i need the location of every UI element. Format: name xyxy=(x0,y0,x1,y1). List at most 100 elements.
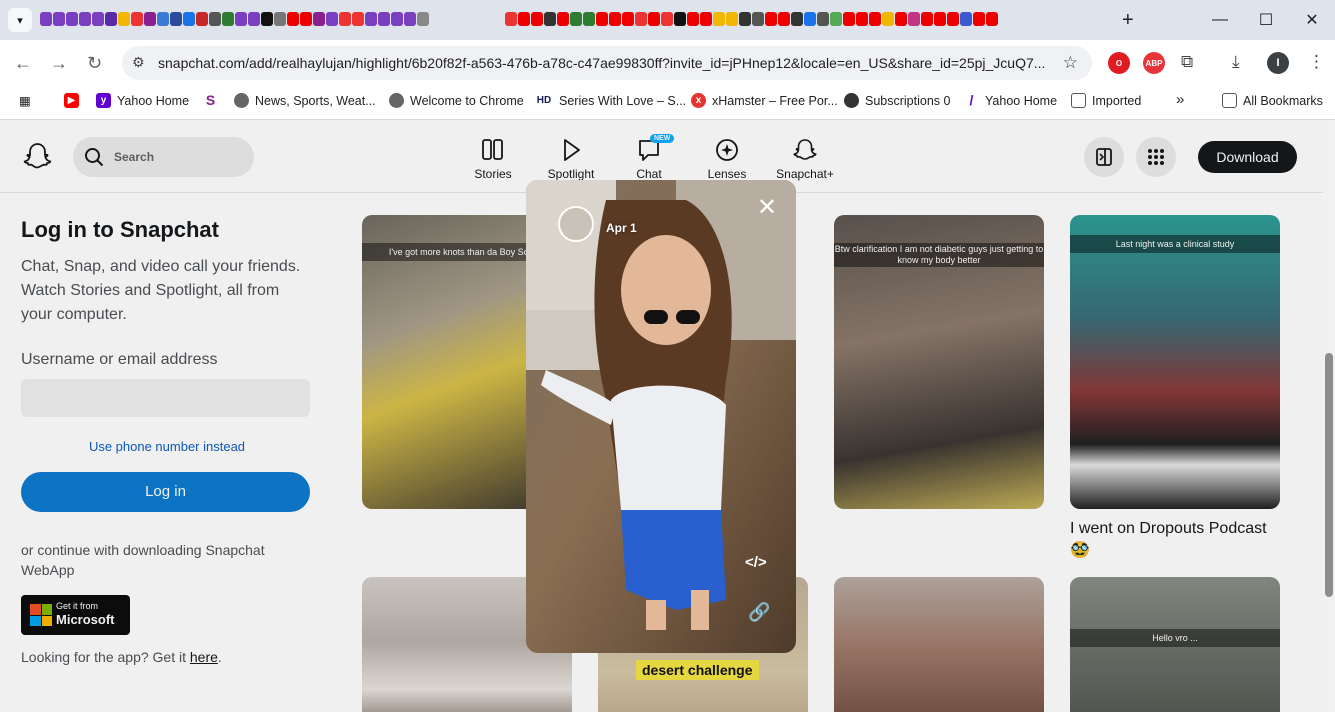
pinned-tab-favicon[interactable] xyxy=(248,12,260,26)
pinned-tab-favicon[interactable] xyxy=(635,12,647,26)
pinned-tab-favicon[interactable] xyxy=(378,12,390,26)
pinned-tab-favicon[interactable] xyxy=(544,12,556,26)
forward-arrow-icon[interactable]: → xyxy=(50,53,68,74)
pinned-tab-favicon[interactable] xyxy=(609,12,621,26)
minimize-icon[interactable]: — xyxy=(1197,11,1243,29)
story-avatar[interactable] xyxy=(558,206,594,242)
pinned-tab-favicon[interactable] xyxy=(622,12,634,26)
pinned-tab-favicon[interactable] xyxy=(53,12,65,26)
pinned-tab-favicon[interactable] xyxy=(934,12,946,26)
pinned-tab-favicon[interactable] xyxy=(583,12,595,26)
pinned-tab-favicon[interactable] xyxy=(739,12,751,26)
extensions-puzzle-icon[interactable]: ⧉ xyxy=(1181,52,1193,72)
pinned-tab-favicon[interactable] xyxy=(144,12,156,26)
pinned-tab-favicon[interactable] xyxy=(921,12,933,26)
bookmark-star-icon[interactable]: ☆ xyxy=(1063,53,1078,73)
pinned-tab-favicon[interactable] xyxy=(908,12,920,26)
pinned-tab-favicon[interactable] xyxy=(726,12,738,26)
apps-grid-icon[interactable]: ▦ xyxy=(19,93,31,108)
pinned-tab-favicon[interactable] xyxy=(648,12,660,26)
story-viewer[interactable] xyxy=(526,180,796,653)
pinned-tab-favicon[interactable] xyxy=(778,12,790,26)
pinned-tab-favicon[interactable] xyxy=(986,12,998,26)
back-arrow-icon[interactable]: ← xyxy=(14,53,32,74)
pinned-tab-favicon[interactable] xyxy=(131,12,143,26)
close-window-icon[interactable]: ✕ xyxy=(1289,10,1335,30)
chrome-menu-icon[interactable]: ⋮ xyxy=(1308,52,1325,72)
address-bar[interactable]: ⚙ snapchat.com/add/realhaylujan/highligh… xyxy=(122,46,1092,80)
copy-link-icon[interactable]: 🔗 xyxy=(748,602,770,623)
pinned-tab-favicon[interactable] xyxy=(209,12,221,26)
pinned-tab-favicon[interactable] xyxy=(352,12,364,26)
pinned-tab-favicon[interactable] xyxy=(895,12,907,26)
pinned-tab-favicon[interactable] xyxy=(417,12,429,26)
pinned-tab-favicon[interactable] xyxy=(157,12,169,26)
bookmark-yahoo-home[interactable]: y Yahoo Home xyxy=(96,93,189,108)
pinned-tab-favicon[interactable] xyxy=(505,12,517,26)
pinned-tab-favicon[interactable] xyxy=(40,12,52,26)
pinned-tab-favicon[interactable] xyxy=(596,12,608,26)
pinned-tab-favicon[interactable] xyxy=(531,12,543,26)
pinned-tab-favicon[interactable] xyxy=(105,12,117,26)
profile-avatar[interactable]: I xyxy=(1267,52,1289,74)
maximize-icon[interactable]: ☐ xyxy=(1243,10,1289,30)
bookmark-xhamster[interactable]: x xHamster – Free Por... xyxy=(691,93,838,108)
pinned-tab-favicon[interactable] xyxy=(843,12,855,26)
pinned-tab-favicon[interactable] xyxy=(661,12,673,26)
pinned-tab-favicon[interactable] xyxy=(365,12,377,26)
tab-search-chevron-icon[interactable]: ▾ xyxy=(8,8,32,32)
pinned-tab-favicon[interactable] xyxy=(274,12,286,26)
site-info-icon[interactable]: ⚙ xyxy=(132,54,145,71)
pinned-tab-favicon[interactable] xyxy=(752,12,764,26)
scrollbar-thumb[interactable] xyxy=(1325,353,1333,597)
bookmark-series-with-love[interactable]: HD Series With Love – S... xyxy=(535,93,686,108)
s-bookmark[interactable]: S xyxy=(203,93,218,108)
adblock-plus-icon[interactable]: ABP xyxy=(1143,52,1165,74)
pinned-tab-favicon[interactable] xyxy=(235,12,247,26)
pinned-tab-favicon[interactable] xyxy=(222,12,234,26)
pinned-tab-favicon[interactable] xyxy=(882,12,894,26)
pinned-tab-favicon[interactable] xyxy=(261,12,273,26)
pinned-tab-favicon[interactable] xyxy=(557,12,569,26)
bookmark-welcome-chrome[interactable]: Welcome to Chrome xyxy=(389,93,524,108)
pinned-tab-favicon[interactable] xyxy=(326,12,338,26)
pinned-tab-favicon[interactable] xyxy=(804,12,816,26)
embed-code-icon[interactable]: </> xyxy=(745,554,767,571)
pinned-tab-favicon[interactable] xyxy=(79,12,91,26)
pinned-tab-favicon[interactable] xyxy=(118,12,130,26)
pinned-tab-favicon[interactable] xyxy=(947,12,959,26)
pinned-tab-favicon[interactable] xyxy=(687,12,699,26)
pinned-tab-favicon[interactable] xyxy=(700,12,712,26)
page-scrollbar[interactable] xyxy=(1323,121,1335,712)
pinned-tab-favicon[interactable] xyxy=(391,12,403,26)
pinned-tab-favicon[interactable] xyxy=(518,12,530,26)
url-text[interactable]: snapchat.com/add/realhaylujan/highlight/… xyxy=(158,55,1045,71)
bookmark-news[interactable]: News, Sports, Weat... xyxy=(234,93,376,108)
pinned-tab-favicon[interactable] xyxy=(791,12,803,26)
all-bookmarks-folder[interactable]: All Bookmarks xyxy=(1222,93,1323,108)
pinned-tab-favicon[interactable] xyxy=(713,12,725,26)
bookmark-subscriptions[interactable]: Subscriptions 0 xyxy=(844,93,950,108)
pinned-tab-favicon[interactable] xyxy=(300,12,312,26)
youtube-bookmark[interactable]: ▶ xyxy=(64,93,79,108)
pinned-tab-favicon[interactable] xyxy=(313,12,325,26)
pinned-tab-favicon[interactable] xyxy=(973,12,985,26)
reload-icon[interactable]: ↻ xyxy=(87,53,102,74)
pinned-tab-favicon[interactable] xyxy=(817,12,829,26)
pinned-tab-favicon[interactable] xyxy=(674,12,686,26)
pinned-tab-favicon[interactable] xyxy=(869,12,881,26)
pinned-tab-favicons[interactable] xyxy=(40,12,429,28)
pinned-tab-favicon[interactable] xyxy=(830,12,842,26)
opera-extension-icon[interactable]: O xyxy=(1108,52,1130,74)
pinned-tab-favicon[interactable] xyxy=(66,12,78,26)
pinned-tab-favicon[interactable] xyxy=(287,12,299,26)
bookmark-imported-folder[interactable]: Imported xyxy=(1071,93,1141,108)
pinned-tab-favicon[interactable] xyxy=(196,12,208,26)
pinned-tab-favicon[interactable] xyxy=(339,12,351,26)
pinned-tab-favicon[interactable] xyxy=(92,12,104,26)
new-tab-plus-icon[interactable]: + xyxy=(1122,9,1134,32)
pinned-tab-favicons-2[interactable] xyxy=(505,12,998,28)
pinned-tab-favicon[interactable] xyxy=(404,12,416,26)
pinned-tab-favicon[interactable] xyxy=(765,12,777,26)
more-bookmarks-chevron[interactable]: » xyxy=(1176,91,1184,108)
